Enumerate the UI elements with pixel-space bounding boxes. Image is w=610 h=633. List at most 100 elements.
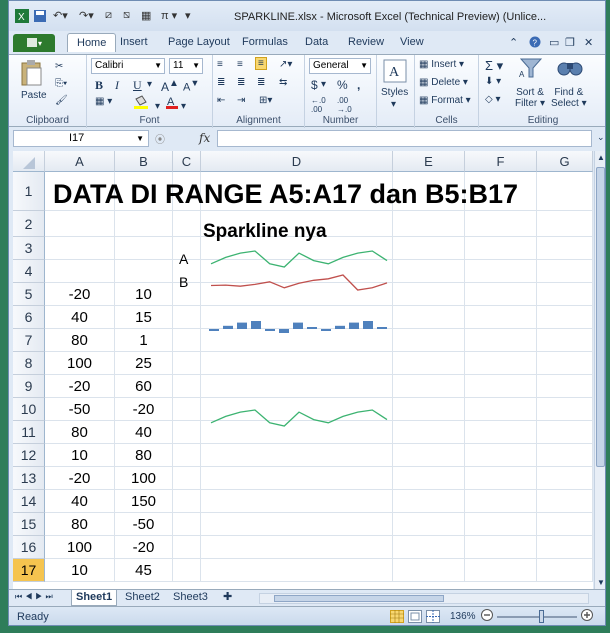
cell-e11[interactable] xyxy=(393,421,465,444)
grow-font-icon[interactable]: A▲ xyxy=(161,78,179,94)
number-format-select[interactable]: General ▼ xyxy=(309,58,371,74)
zoom-level[interactable]: 136% xyxy=(450,611,476,622)
cell-b15[interactable]: -50 xyxy=(115,513,173,536)
page-break-view-icon[interactable] xyxy=(426,610,440,625)
horizontal-scrollbar[interactable] xyxy=(259,593,589,604)
normal-view-icon[interactable] xyxy=(390,610,404,625)
column-header-d[interactable]: D xyxy=(201,151,393,172)
styles-icon[interactable]: A xyxy=(383,59,407,86)
row-header-7[interactable]: 7 xyxy=(13,329,45,352)
cell-b16[interactable]: -20 xyxy=(115,536,173,559)
workbook-close-icon[interactable]: ✕ xyxy=(584,36,593,49)
cell-g4[interactable] xyxy=(537,260,593,283)
cell-g11[interactable] xyxy=(537,421,593,444)
align-middle-icon[interactable]: ≡ xyxy=(237,59,243,70)
scroll-up-icon[interactable]: ▲ xyxy=(597,153,605,162)
cell-d11[interactable] xyxy=(201,421,393,444)
cell-b7[interactable]: 1 xyxy=(115,329,173,352)
cell-e12[interactable] xyxy=(393,444,465,467)
cell-a10[interactable]: -50 xyxy=(45,398,115,421)
cell-f4[interactable] xyxy=(465,260,537,283)
cell-e3[interactable] xyxy=(393,237,465,260)
row-header-10[interactable]: 10 xyxy=(13,398,45,421)
border-icon[interactable]: ⧄ xyxy=(105,9,112,25)
fill-color-icon[interactable]: ▾ xyxy=(133,95,160,112)
align-right-icon[interactable]: ≣ xyxy=(257,77,265,88)
autosum-icon[interactable]: Σ ▾ xyxy=(485,58,503,74)
shrink-font-icon[interactable]: A▼ xyxy=(183,78,199,94)
cell-a6[interactable]: 40 xyxy=(45,306,115,329)
merge-center-icon[interactable]: ⊞▾ xyxy=(259,95,272,106)
cell-f7[interactable] xyxy=(465,329,537,352)
cell-b2[interactable] xyxy=(115,211,173,237)
cell-g6[interactable] xyxy=(537,306,593,329)
excel-app-icon[interactable]: X xyxy=(15,9,29,25)
cell-a7[interactable]: 80 xyxy=(45,329,115,352)
cell-a16[interactable]: 100 xyxy=(45,536,115,559)
cell-b17[interactable]: 45 xyxy=(115,559,173,582)
cell-a9[interactable]: -20 xyxy=(45,375,115,398)
expand-formula-bar-icon[interactable]: ⌄ xyxy=(597,132,605,143)
underline-button[interactable]: U xyxy=(133,78,142,93)
wrap-text-icon[interactable]: ⇆ xyxy=(279,77,287,88)
cell-b10[interactable]: -20 xyxy=(115,398,173,421)
cell-c9[interactable] xyxy=(173,375,201,398)
cell-b5[interactable]: 10 xyxy=(115,283,173,306)
cell-a3[interactable] xyxy=(45,237,115,260)
zoom-in-icon[interactable] xyxy=(581,609,593,624)
increase-decimal-icon[interactable]: ←.0.00 xyxy=(311,96,326,114)
fill-icon[interactable]: ⬇ ▾ xyxy=(485,76,501,87)
cell-g10[interactable] xyxy=(537,398,593,421)
sort-filter-button[interactable]: Sort & Filter ▾ xyxy=(515,87,545,109)
tab-page-layout[interactable]: Page Layout xyxy=(168,36,230,48)
cell-d15[interactable] xyxy=(201,513,393,536)
row-header-13[interactable]: 13 xyxy=(13,467,45,490)
cell-d8[interactable] xyxy=(201,352,393,375)
vertical-scrollbar[interactable]: ▲ ▼ xyxy=(594,151,605,589)
cell-d16[interactable] xyxy=(201,536,393,559)
horizontal-scroll-thumb[interactable] xyxy=(274,595,444,602)
cell-e8[interactable] xyxy=(393,352,465,375)
cell-a8[interactable]: 100 xyxy=(45,352,115,375)
cell-e17[interactable] xyxy=(393,559,465,582)
cell-b3[interactable] xyxy=(115,237,173,260)
cell-f15[interactable] xyxy=(465,513,537,536)
cell-b6[interactable]: 15 xyxy=(115,306,173,329)
cell-g12[interactable] xyxy=(537,444,593,467)
select-all-corner[interactable] xyxy=(13,151,45,172)
cell-e9[interactable] xyxy=(393,375,465,398)
sheet-tab-3[interactable]: Sheet3 xyxy=(169,590,212,606)
cell-f5[interactable] xyxy=(465,283,537,306)
row-header-14[interactable]: 14 xyxy=(13,490,45,513)
cell-f6[interactable] xyxy=(465,306,537,329)
cell-a17[interactable]: 10 xyxy=(45,559,115,582)
workbook-minimize-icon[interactable]: ▭ xyxy=(549,36,559,49)
cell-d4[interactable] xyxy=(201,260,393,283)
align-center-icon[interactable]: ≣ xyxy=(237,77,245,88)
cell-g15[interactable] xyxy=(537,513,593,536)
cell-e15[interactable] xyxy=(393,513,465,536)
cell-a13[interactable]: -20 xyxy=(45,467,115,490)
cell-c12[interactable] xyxy=(173,444,201,467)
format-painter-icon[interactable]: 🖌 xyxy=(55,95,68,106)
column-header-g[interactable]: G xyxy=(537,151,593,172)
cell-e13[interactable] xyxy=(393,467,465,490)
row-header-15[interactable]: 15 xyxy=(13,513,45,536)
align-top-icon[interactable]: ≡ xyxy=(217,59,226,70)
resize-name-box-icon[interactable]: ⦿ xyxy=(155,131,165,146)
grid-icon[interactable]: ▦ xyxy=(141,9,151,25)
row-header-16[interactable]: 16 xyxy=(13,536,45,559)
cell-f11[interactable] xyxy=(465,421,537,444)
cell-e4[interactable] xyxy=(393,260,465,283)
cell-f10[interactable] xyxy=(465,398,537,421)
cell-b11[interactable]: 40 xyxy=(115,421,173,444)
cell-a4[interactable] xyxy=(45,260,115,283)
cell-c10[interactable] xyxy=(173,398,201,421)
currency-dropdown-icon[interactable]: ▾ xyxy=(321,79,326,90)
cell-a2[interactable] xyxy=(45,211,115,237)
diagonal-icon[interactable]: ⧅ xyxy=(123,9,130,25)
cell-d6[interactable] xyxy=(201,306,393,329)
tab-data[interactable]: Data xyxy=(305,36,328,48)
row-header-3[interactable]: 3 xyxy=(13,237,45,260)
cell-b8[interactable]: 25 xyxy=(115,352,173,375)
